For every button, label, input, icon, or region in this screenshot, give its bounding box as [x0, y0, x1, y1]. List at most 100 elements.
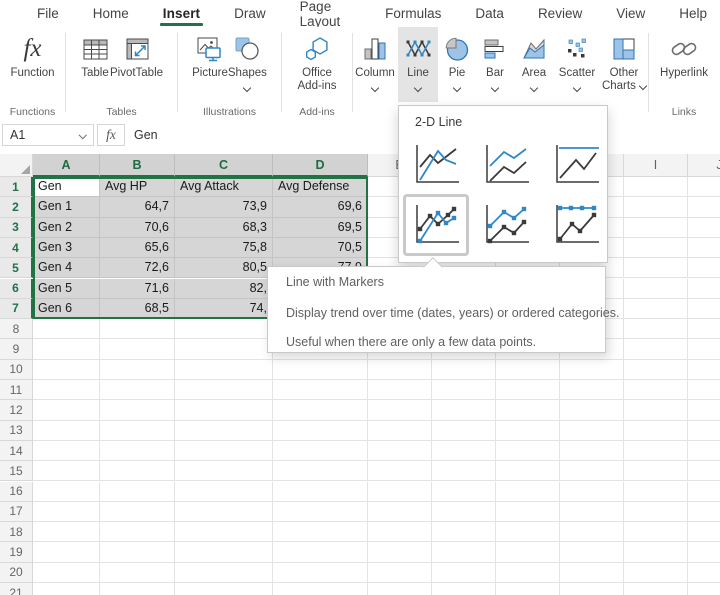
cell-C1[interactable]: Avg Attack: [175, 177, 273, 197]
cell-B11[interactable]: [100, 380, 175, 400]
area-chart-button[interactable]: Area: [514, 27, 554, 102]
cell-G10[interactable]: [496, 360, 560, 380]
cell-E11[interactable]: [368, 380, 432, 400]
cell-D4[interactable]: 70,5: [273, 238, 368, 258]
cell-I11[interactable]: [624, 380, 688, 400]
cell-E10[interactable]: [368, 360, 432, 380]
shapes-button[interactable]: Shapes: [228, 27, 267, 102]
cell-D11[interactable]: [273, 380, 368, 400]
table-button[interactable]: Table: [80, 27, 110, 102]
cell-J9[interactable]: [688, 339, 720, 359]
cell-B14[interactable]: [100, 441, 175, 461]
row-header-2[interactable]: 2: [0, 197, 33, 217]
cell-F12[interactable]: [432, 400, 496, 420]
cell-B5[interactable]: 72,6: [100, 258, 175, 278]
row-header-21[interactable]: 21: [0, 583, 33, 595]
cell-J4[interactable]: [688, 238, 720, 258]
cell-A9[interactable]: [33, 339, 100, 359]
cell-J16[interactable]: [688, 482, 720, 502]
cell-J21[interactable]: [688, 583, 720, 595]
cell-G11[interactable]: [496, 380, 560, 400]
row-header-12[interactable]: 12: [0, 400, 33, 420]
cell-A17[interactable]: [33, 502, 100, 522]
cell-C19[interactable]: [175, 542, 273, 562]
cell-J18[interactable]: [688, 522, 720, 542]
cell-I5[interactable]: [624, 258, 688, 278]
row-header-14[interactable]: 14: [0, 441, 33, 461]
row-header-1[interactable]: 1: [0, 177, 33, 197]
cell-F19[interactable]: [432, 542, 496, 562]
cell-A4[interactable]: Gen 3: [33, 238, 100, 258]
tab-review[interactable]: Review: [525, 0, 595, 27]
cell-D10[interactable]: [273, 360, 368, 380]
cell-I20[interactable]: [624, 563, 688, 583]
cell-D17[interactable]: [273, 502, 368, 522]
function-button[interactable]: fx Function: [10, 27, 54, 102]
cell-E19[interactable]: [368, 542, 432, 562]
other-charts-button[interactable]: Other Charts: [600, 27, 648, 102]
row-header-16[interactable]: 16: [0, 482, 33, 502]
cell-F15[interactable]: [432, 461, 496, 481]
cell-J7[interactable]: [688, 299, 720, 319]
cell-H20[interactable]: [560, 563, 624, 583]
insert-function-button[interactable]: fx: [97, 124, 125, 146]
cell-C5[interactable]: 80,5: [175, 258, 273, 278]
cell-H13[interactable]: [560, 421, 624, 441]
line-chart-button[interactable]: Line: [398, 27, 438, 102]
cell-G18[interactable]: [496, 522, 560, 542]
cell-B7[interactable]: 68,5: [100, 299, 175, 319]
cell-J15[interactable]: [688, 461, 720, 481]
chart-type-100100-stacked-line-with-markers[interactable]: [550, 202, 602, 248]
cell-A1[interactable]: Gen: [33, 177, 100, 197]
cell-D12[interactable]: [273, 400, 368, 420]
cell-D18[interactable]: [273, 522, 368, 542]
pivottable-button[interactable]: PivotTable: [110, 27, 163, 102]
tab-insert[interactable]: Insert: [150, 0, 213, 27]
cell-B20[interactable]: [100, 563, 175, 583]
cell-A8[interactable]: [33, 319, 100, 339]
column-header-J[interactable]: J: [688, 154, 720, 177]
cell-B15[interactable]: [100, 461, 175, 481]
cell-E15[interactable]: [368, 461, 432, 481]
cell-A19[interactable]: [33, 542, 100, 562]
cell-C21[interactable]: [175, 583, 273, 595]
cell-B9[interactable]: [100, 339, 175, 359]
cell-B18[interactable]: [100, 522, 175, 542]
cell-C10[interactable]: [175, 360, 273, 380]
cell-H11[interactable]: [560, 380, 624, 400]
cell-J11[interactable]: [688, 380, 720, 400]
cell-D20[interactable]: [273, 563, 368, 583]
column-header-C[interactable]: C: [175, 154, 273, 177]
row-header-9[interactable]: 9: [0, 339, 33, 359]
tab-file[interactable]: File: [24, 0, 72, 27]
cell-C8[interactable]: [175, 319, 273, 339]
cell-E21[interactable]: [368, 583, 432, 595]
cell-B13[interactable]: [100, 421, 175, 441]
bar-chart-button[interactable]: Bar: [476, 27, 514, 102]
cell-C2[interactable]: 73,9: [175, 197, 273, 217]
cell-B19[interactable]: [100, 542, 175, 562]
name-box[interactable]: A1: [2, 124, 94, 146]
cell-A15[interactable]: [33, 461, 100, 481]
cell-G13[interactable]: [496, 421, 560, 441]
tab-page-layout[interactable]: Page Layout: [287, 0, 364, 27]
chart-type-stacked-line-with-markers[interactable]: [480, 202, 532, 248]
cell-H18[interactable]: [560, 522, 624, 542]
cell-A6[interactable]: Gen 5: [33, 279, 100, 299]
cell-F14[interactable]: [432, 441, 496, 461]
select-all-button[interactable]: [0, 154, 33, 177]
row-header-17[interactable]: 17: [0, 502, 33, 522]
tab-home[interactable]: Home: [80, 0, 142, 27]
cell-G19[interactable]: [496, 542, 560, 562]
row-header-10[interactable]: 10: [0, 360, 33, 380]
cell-J14[interactable]: [688, 441, 720, 461]
tab-view[interactable]: View: [603, 0, 658, 27]
cell-J12[interactable]: [688, 400, 720, 420]
cell-D13[interactable]: [273, 421, 368, 441]
cell-A20[interactable]: [33, 563, 100, 583]
cell-A2[interactable]: Gen 1: [33, 197, 100, 217]
cell-H15[interactable]: [560, 461, 624, 481]
cell-I14[interactable]: [624, 441, 688, 461]
cell-B1[interactable]: Avg HP: [100, 177, 175, 197]
cell-E18[interactable]: [368, 522, 432, 542]
